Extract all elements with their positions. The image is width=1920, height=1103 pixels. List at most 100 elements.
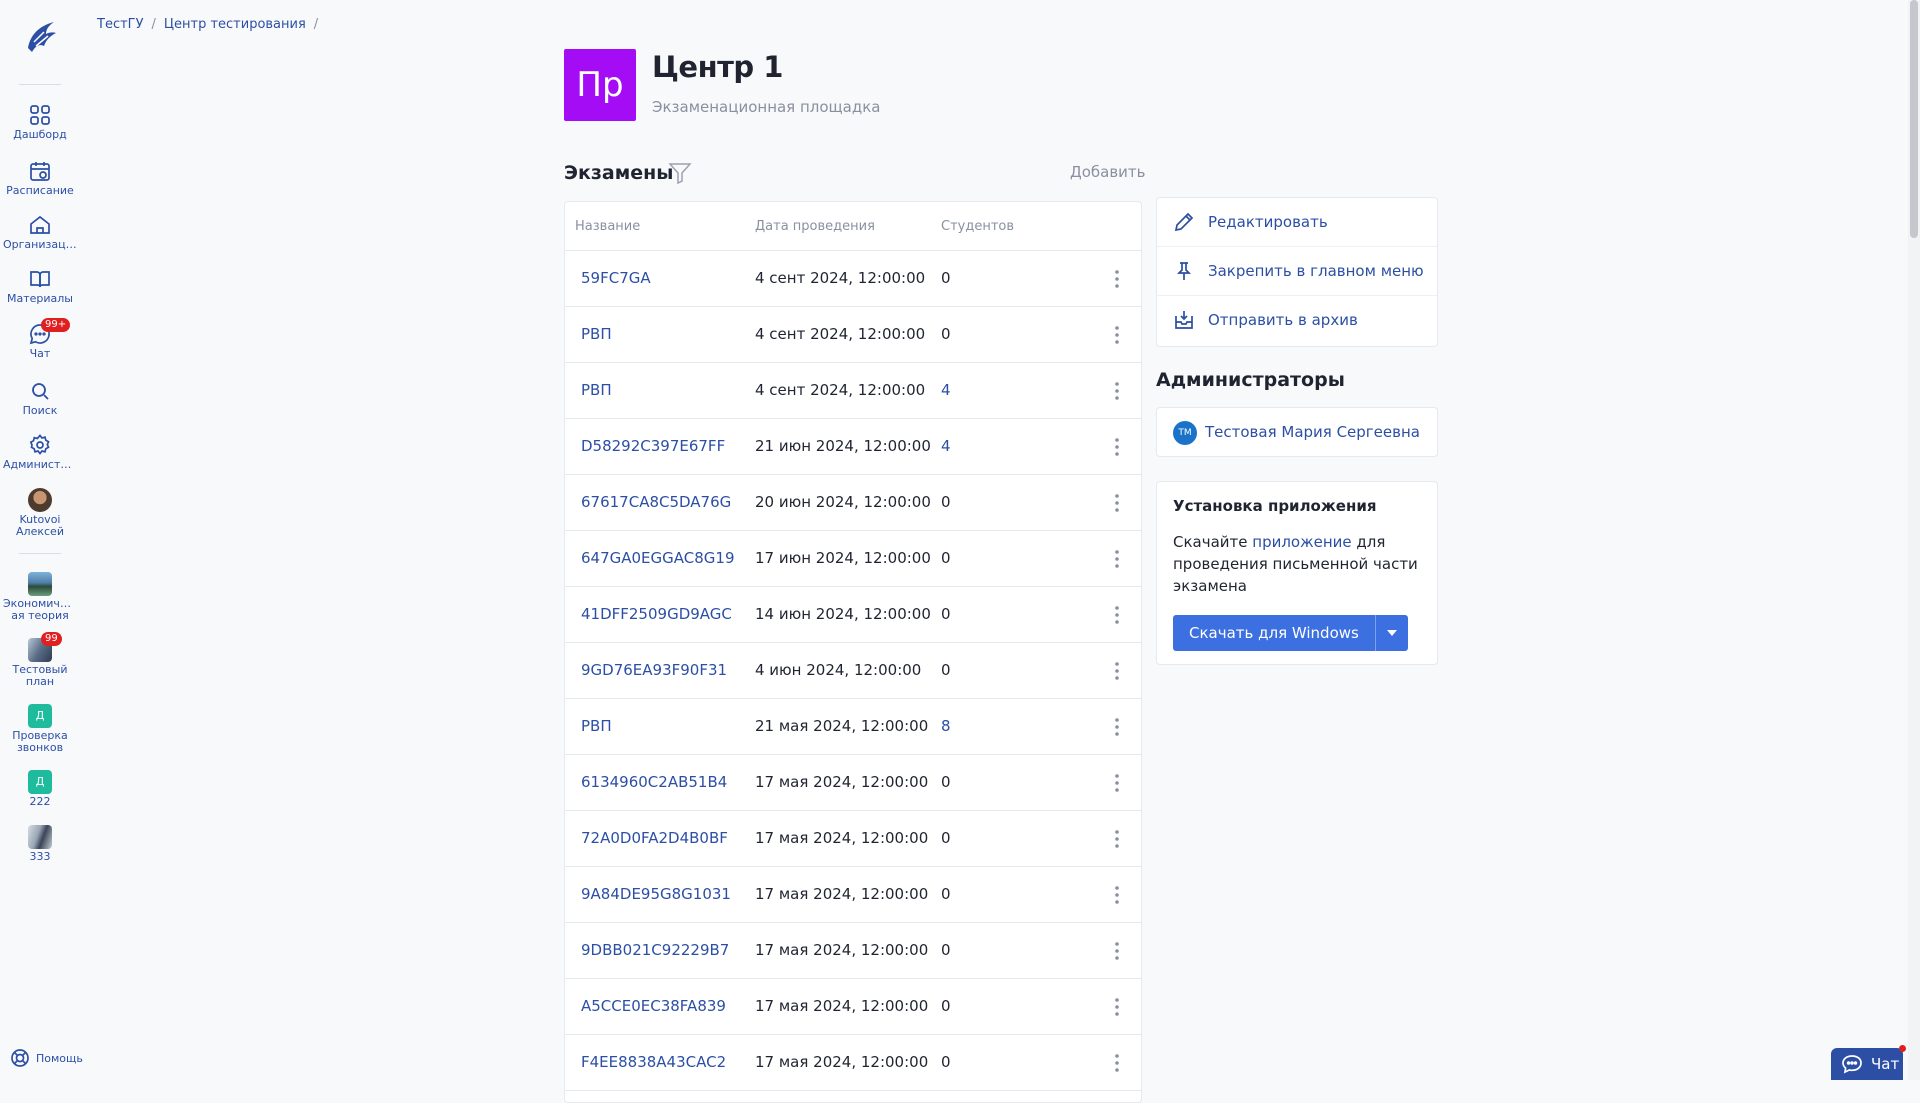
exam-name-link[interactable]: РВП <box>581 717 612 735</box>
exam-name-link[interactable]: РВП <box>581 325 612 343</box>
course-letter-icon: Д <box>28 704 52 728</box>
sidebar-course-call-check[interactable]: Д Проверка звонков <box>0 704 80 754</box>
help-label: Помощь <box>36 1051 83 1065</box>
exam-name-link[interactable]: 41DFF2509GD9AGC <box>581 605 732 623</box>
exam-date: 21 июн 2024, 12:00:00 <box>755 437 931 455</box>
column-header-date[interactable]: Дата проведения <box>755 219 875 234</box>
more-vertical-icon[interactable] <box>1105 939 1129 963</box>
exam-students-count: 0 <box>941 661 951 679</box>
exam-name-link[interactable]: 647GA0EGGAC8G19 <box>581 549 735 567</box>
exam-students-count[interactable]: 8 <box>941 717 951 735</box>
more-vertical-icon[interactable] <box>1105 995 1129 1019</box>
scrollbar-thumb[interactable] <box>1910 0 1918 238</box>
course-letter-icon: Д <box>28 770 52 794</box>
sidebar-item-schedule[interactable]: Расписание <box>0 159 80 197</box>
page-title: Центр 1 <box>652 50 783 84</box>
column-header-name[interactable]: Название <box>575 219 640 234</box>
more-vertical-icon[interactable] <box>1105 1051 1129 1075</box>
admin-name[interactable]: Тестовая Мария Сергеевна <box>1205 423 1420 441</box>
table-row: 59FC7GA 4 сент 2024, 12:00:00 0 <box>565 251 1141 307</box>
help-link[interactable]: Помощь <box>10 1048 83 1068</box>
sidebar-item-search[interactable]: Поиск <box>0 379 80 417</box>
add-exam-button[interactable]: Добавить <box>1070 163 1146 181</box>
table-row: F4EE8838A43CAC2 17 мая 2024, 12:00:00 0 <box>565 1035 1141 1091</box>
exam-name-link[interactable]: A5CCE0EC38FA839 <box>581 997 726 1015</box>
more-vertical-icon[interactable] <box>1105 491 1129 515</box>
sidebar-item-profile[interactable]: Kutovoi Алексей <box>0 488 80 538</box>
exam-students-count: 0 <box>941 829 951 847</box>
more-vertical-icon[interactable] <box>1105 715 1129 739</box>
more-vertical-icon[interactable] <box>1105 603 1129 627</box>
unread-badge: 99+ <box>41 318 71 332</box>
more-vertical-icon[interactable] <box>1105 771 1129 795</box>
admin-item[interactable]: ТМ Тестовая Мария Сергеевна <box>1156 407 1438 457</box>
table-row: A5CCE0EC38FA839 17 мая 2024, 12:00:00 0 <box>565 979 1141 1035</box>
more-vertical-icon[interactable] <box>1105 659 1129 683</box>
breadcrumb-item-testing-center[interactable]: Центр тестирования <box>164 17 306 32</box>
exam-name-link[interactable]: 9A84DE95G8G1031 <box>581 885 731 903</box>
sidebar-item-label: 333 <box>29 851 51 863</box>
more-vertical-icon[interactable] <box>1105 435 1129 459</box>
exam-students-count: 0 <box>941 493 951 511</box>
chat-widget-button[interactable]: Чат <box>1831 1048 1903 1080</box>
exam-name-link[interactable]: 9DBB021C92229B7 <box>581 941 729 959</box>
edit-button[interactable]: Редактировать <box>1157 198 1437 247</box>
exam-students-count: 0 <box>941 885 951 903</box>
exam-name-link[interactable]: 72A0D0FA2D4B0BF <box>581 829 728 847</box>
exam-name-link[interactable]: 9GD76EA93F90F31 <box>581 661 727 679</box>
sidebar-item-label: Kutovoi <box>19 514 61 526</box>
exam-date: 21 мая 2024, 12:00:00 <box>755 717 929 735</box>
sidebar-divider <box>19 553 61 554</box>
more-vertical-icon[interactable] <box>1105 547 1129 571</box>
archive-button[interactable]: Отправить в архив <box>1157 296 1437 344</box>
app-link[interactable]: приложение <box>1252 533 1351 551</box>
sidebar-item-administration[interactable]: Администрирование <box>0 433 80 471</box>
more-vertical-icon[interactable] <box>1105 323 1129 347</box>
sidebar-course-economics[interactable]: Экономическ ая теория <box>0 572 80 622</box>
exam-students-count: 0 <box>941 325 951 343</box>
exam-students-count[interactable]: 4 <box>941 381 951 399</box>
logo-icon[interactable] <box>20 18 60 56</box>
exam-date: 4 сент 2024, 12:00:00 <box>755 381 926 399</box>
exam-name-link[interactable]: РВП <box>581 381 612 399</box>
scrollbar[interactable] <box>1908 0 1920 1080</box>
more-vertical-icon[interactable] <box>1105 267 1129 291</box>
exam-name-link[interactable]: 6134960C2AB51B4 <box>581 773 727 791</box>
exam-name-link[interactable]: F4EE8838A43CAC2 <box>581 1053 726 1071</box>
sidebar-course-222[interactable]: Д 222 <box>0 770 80 808</box>
exam-date: 17 мая 2024, 12:00:00 <box>755 885 929 903</box>
exam-name-link[interactable]: 59FC7GA <box>581 269 651 287</box>
more-vertical-icon[interactable] <box>1105 827 1129 851</box>
table-row: 9A84DE95G8G1031 17 мая 2024, 12:00:00 0 <box>565 867 1141 923</box>
sidebar-item-label: звонков <box>16 742 64 754</box>
pin-to-menu-button[interactable]: Закрепить в главном меню <box>1157 247 1437 296</box>
sidebar-item-dashboard[interactable]: Дашборд <box>0 103 80 141</box>
exam-students-count: 0 <box>941 997 951 1015</box>
install-title: Установка приложения <box>1173 497 1377 515</box>
gear-icon <box>29 434 50 455</box>
exam-students-count[interactable]: 4 <box>941 437 951 455</box>
sidebar-course-333[interactable]: 333 <box>0 825 80 863</box>
lifebuoy-icon <box>11 1049 29 1067</box>
download-windows-button[interactable]: Скачать для Windows <box>1173 615 1375 651</box>
download-options-button[interactable] <box>1374 615 1408 651</box>
chat-notification-dot <box>1899 1045 1906 1052</box>
book-icon <box>30 271 50 288</box>
exam-students-count: 0 <box>941 1053 951 1071</box>
sidebar-course-test-plan[interactable]: Тестовый план 99 <box>0 632 80 688</box>
avatar <box>28 488 52 512</box>
exam-students-count: 0 <box>941 605 951 623</box>
exam-name-link[interactable]: 67617CA8C5DA76G <box>581 493 731 511</box>
column-header-students[interactable]: Студентов <box>941 219 1014 234</box>
sidebar-item-organization[interactable]: Организация <box>0 213 80 251</box>
exam-date: 17 мая 2024, 12:00:00 <box>755 997 929 1015</box>
sidebar-item-materials[interactable]: Материалы <box>0 267 80 305</box>
more-vertical-icon[interactable] <box>1105 883 1129 907</box>
exam-name-link[interactable]: D58292C397E67FF <box>581 437 725 455</box>
more-vertical-icon[interactable] <box>1105 379 1129 403</box>
course-thumbnail <box>28 572 52 596</box>
exam-date: 4 сент 2024, 12:00:00 <box>755 325 926 343</box>
sidebar-item-chat[interactable]: Чат 99+ <box>0 318 80 360</box>
breadcrumb-item-university[interactable]: ТестГУ <box>97 17 144 32</box>
filter-icon[interactable] <box>668 162 692 184</box>
